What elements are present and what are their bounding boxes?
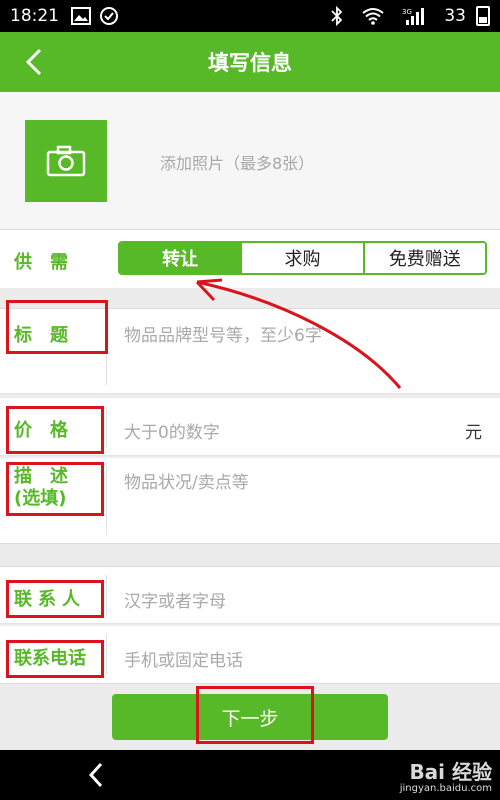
photo-hint: 添加照片（最多8张）: [160, 154, 315, 173]
title-label: 标 题: [14, 325, 68, 346]
bluetooth-icon: [330, 6, 344, 26]
description-label: 描 述 (选填): [14, 466, 68, 510]
battery-level: 33: [444, 6, 466, 26]
watermark-sub: jingyan.baidu.com: [399, 783, 492, 794]
status-bar: 18:21 3G 33: [0, 0, 500, 32]
system-nav-bar: Bai 经验 jingyan.baidu.com: [0, 750, 500, 800]
phone-row: 联系电话 手机或固定电话: [0, 626, 500, 684]
title-row: 标 题 物品品牌型号等，至少6字: [0, 308, 500, 394]
supply-demand-segment: 转让 求购 免费赠送: [118, 241, 487, 275]
watermark-main: Bai 经验: [409, 760, 492, 784]
option-wanted[interactable]: 求购: [240, 243, 363, 273]
divider: [106, 406, 107, 447]
camera-icon: [46, 145, 86, 177]
photo-section: 添加照片（最多8张）: [0, 92, 500, 230]
divider: [106, 634, 107, 675]
network-type-label: 3G: [402, 8, 412, 16]
watermark: Bai 经验 jingyan.baidu.com: [400, 756, 492, 794]
contact-input[interactable]: 汉字或者字母: [124, 587, 226, 612]
phone-label: 联系电话: [14, 648, 86, 669]
wifi-icon: [362, 7, 384, 25]
price-input[interactable]: 大于0的数字: [124, 418, 220, 443]
add-photo-button[interactable]: [25, 120, 107, 202]
signal-icon: 3G: [402, 6, 426, 26]
supply-demand-label: 供 需: [14, 252, 68, 273]
phone-input[interactable]: 手机或固定电话: [124, 646, 243, 671]
divider: [106, 317, 107, 385]
page-title: 填写信息: [208, 51, 292, 75]
app-header: 填写信息: [0, 32, 500, 92]
option-transfer[interactable]: 转让: [120, 243, 241, 273]
title-input[interactable]: 物品品牌型号等，至少6字: [124, 321, 322, 346]
price-unit: 元: [465, 423, 482, 443]
description-label-optional: (选填): [14, 488, 67, 509]
description-row: 描 述 (选填) 物品状况/卖点等: [0, 458, 500, 544]
description-label-main: 描 述: [14, 466, 68, 487]
divider: [106, 575, 107, 615]
battery-icon: [476, 6, 490, 26]
price-label: 价 格: [14, 420, 68, 441]
triangle-back-icon: [88, 762, 103, 788]
check-circle-icon: [99, 6, 119, 26]
back-button[interactable]: [18, 46, 50, 78]
contact-label: 联系人: [14, 589, 86, 610]
next-step-button[interactable]: 下一步: [112, 694, 388, 740]
chevron-left-icon: [25, 48, 42, 76]
status-time: 18:21: [10, 6, 59, 26]
image-icon: [71, 7, 91, 25]
description-input[interactable]: 物品状况/卖点等: [124, 468, 249, 493]
system-back-button[interactable]: [80, 758, 112, 792]
divider: [106, 466, 107, 535]
contact-row: 联系人 汉字或者字母: [0, 566, 500, 624]
option-free-giveaway[interactable]: 免费赠送: [362, 243, 485, 273]
price-row: 价 格 大于0的数字 元: [0, 398, 500, 456]
